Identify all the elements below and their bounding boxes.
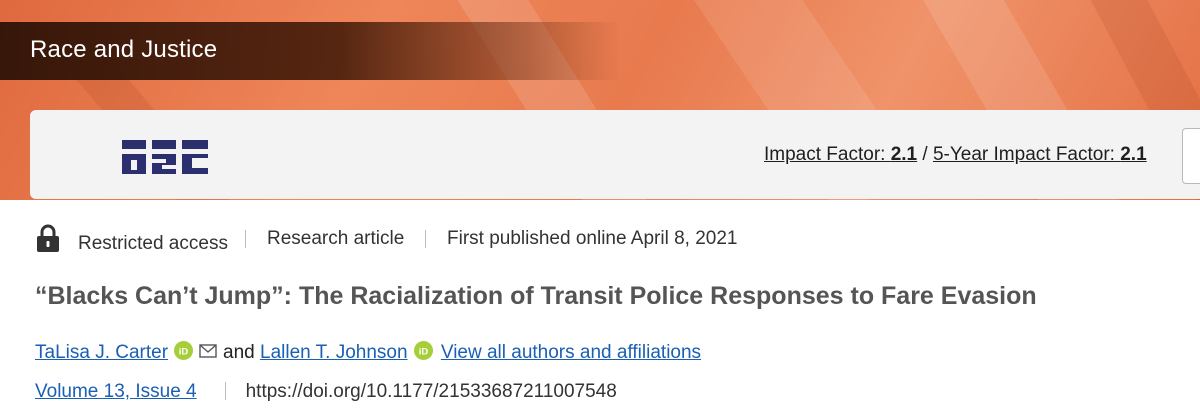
article-meta-row: Restricted access Research article First… <box>36 222 836 256</box>
volume-row: Volume 13, Issue 4 https://doi.org/10.117… <box>35 381 617 403</box>
orcid-icon[interactable]: iD <box>413 341 433 360</box>
journal-logo[interactable] <box>122 140 208 174</box>
author-link[interactable]: TaLisa J. Carter <box>35 342 168 363</box>
meta-divider <box>224 382 226 400</box>
five-year-impact-value: 2.1 <box>1120 144 1147 165</box>
author-list: TaLisa J. Carter iD and Lallen T. Johnso… <box>35 341 701 367</box>
volume-issue-link[interactable]: Volume 13, Issue 4 <box>35 381 197 402</box>
view-all-authors-link[interactable]: View all authors and affiliations <box>441 342 701 363</box>
doi-text[interactable]: https://doi.org/10.1177/2153368721100754… <box>246 381 617 402</box>
mail-icon[interactable] <box>199 344 217 358</box>
svg-text:iD: iD <box>179 346 189 357</box>
side-panel-button[interactable] <box>1182 128 1200 184</box>
impact-factor-link[interactable]: Impact Factor: 2.1 <box>764 144 917 165</box>
author-link[interactable]: Lallen T. Johnson <box>260 342 408 363</box>
five-year-impact-label: 5-Year Impact Factor: <box>932 144 1115 165</box>
orcid-icon[interactable]: iD <box>174 341 194 360</box>
article-title: “Blacks Can’t Jump”: The Racialization o… <box>35 282 1037 310</box>
journal-title[interactable]: Race and Justice <box>30 36 217 64</box>
publication-date: First published online April 8, 2021 <box>447 228 738 249</box>
access-status: Restricted access <box>78 233 228 254</box>
impact-factor-label: Impact Factor: <box>764 144 886 165</box>
meta-divider <box>245 230 246 248</box>
meta-divider <box>425 230 426 248</box>
author-joiner: and <box>223 342 255 363</box>
impact-factor: Impact Factor: 2.1 / 5-Year Impact Facto… <box>764 144 1147 166</box>
svg-text:iD: iD <box>418 346 428 357</box>
impact-factor-value: 2.1 <box>890 144 918 165</box>
metrics-divider: / <box>922 144 928 165</box>
lock-icon <box>37 224 59 252</box>
article-type: Research article <box>267 228 405 249</box>
five-year-impact-link[interactable]: 5-Year Impact Factor: 2.1 <box>933 144 1147 165</box>
